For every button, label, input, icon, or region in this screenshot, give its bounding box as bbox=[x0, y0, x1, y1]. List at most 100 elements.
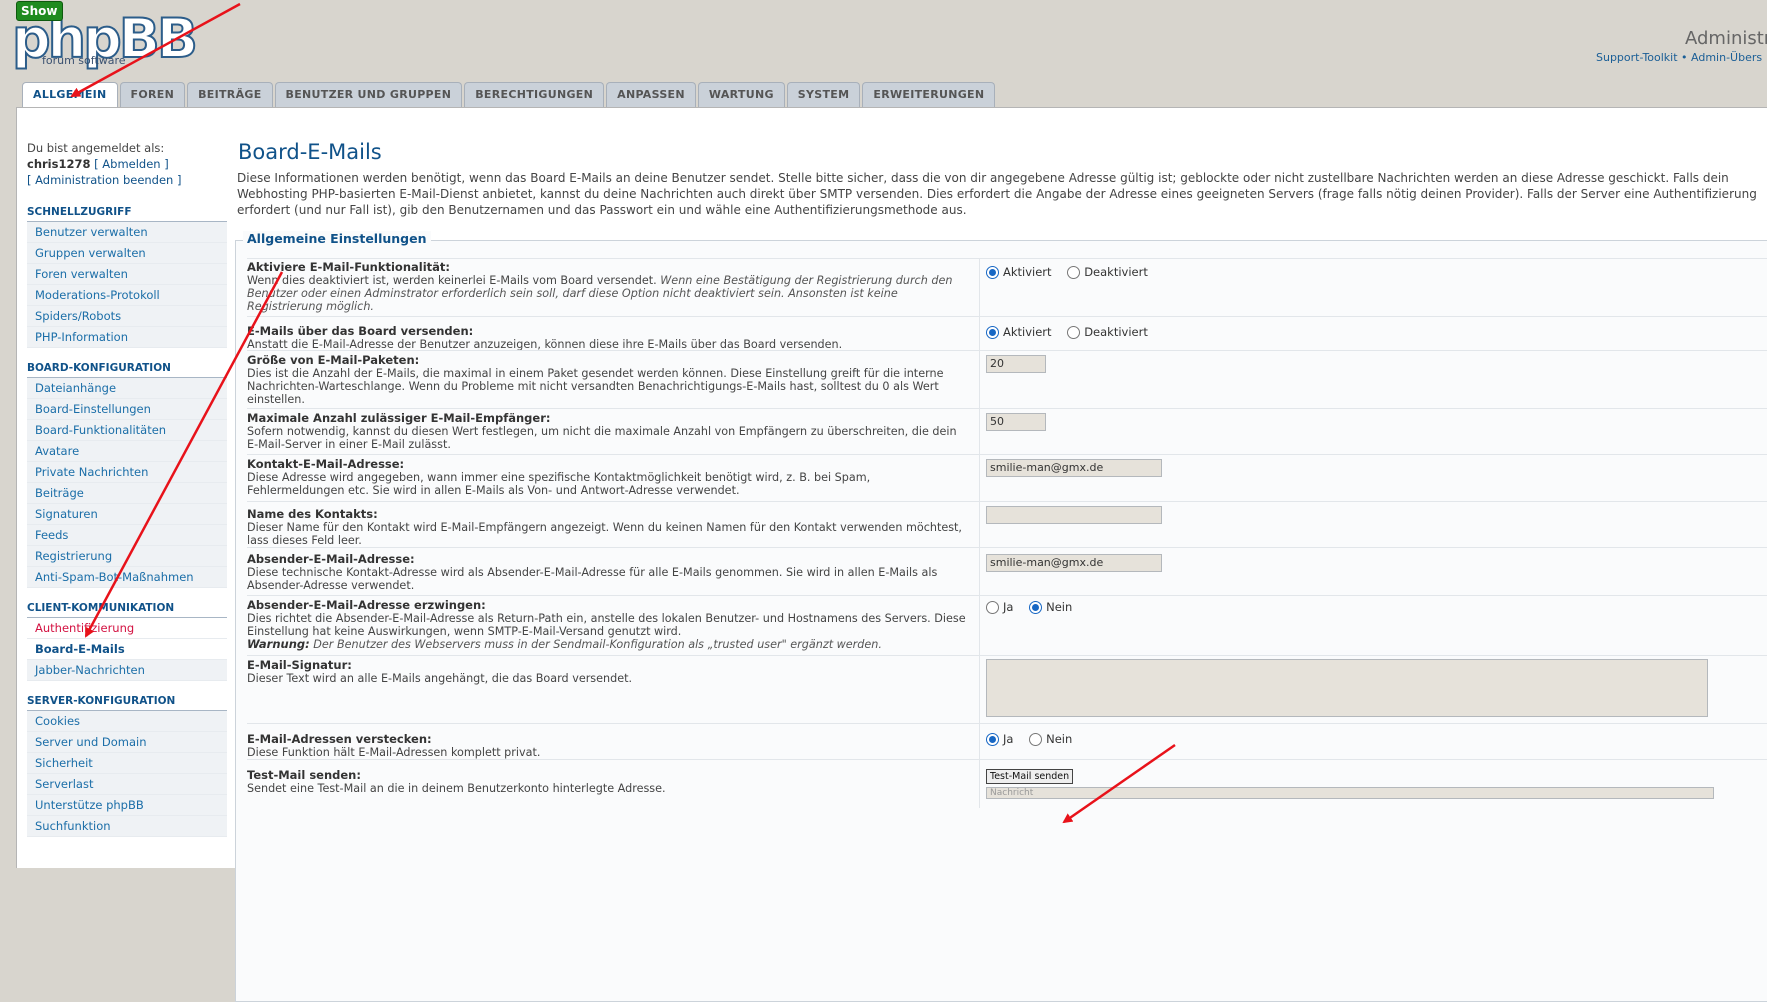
radio-hide-yes[interactable]: Ja bbox=[986, 732, 1013, 746]
radio-force-sender-no[interactable]: Nein bbox=[1029, 600, 1072, 614]
sidebar-item-gruppen-verwalten[interactable]: Gruppen verwalten bbox=[27, 243, 227, 264]
radio-dot[interactable] bbox=[1029, 600, 1043, 614]
page-intro: Diese Informationen werden benötigt, wen… bbox=[237, 171, 1757, 217]
admin-title: Administr bbox=[1685, 28, 1767, 49]
sidebar-item-sicherheit[interactable]: Sicherheit bbox=[27, 753, 227, 774]
radio-dot[interactable] bbox=[986, 325, 999, 339]
sidebar-item-server-domain[interactable]: Server und Domain bbox=[27, 732, 227, 753]
warning-label: Warnung: bbox=[247, 637, 310, 651]
logged-in-label: Du bist angemeldet als: bbox=[27, 141, 165, 155]
sidebar-item-foren-verwalten[interactable]: Foren verwalten bbox=[27, 264, 227, 285]
setting-label: Absender-E-Mail-Adresse: bbox=[247, 552, 415, 566]
radio-dot[interactable] bbox=[986, 265, 999, 279]
setting-desc: Dieser Text wird an alle E-Mails angehän… bbox=[247, 672, 633, 685]
sidebar-item-anti-spam[interactable]: Anti-Spam-Bot-Maßnahmen bbox=[27, 567, 227, 588]
sidebar: Du bist angemeldet als: chris1278 [ Abme… bbox=[27, 140, 227, 837]
tab-system[interactable]: SYSTEM bbox=[786, 82, 861, 107]
setting-board-email: E-Mails über das Board versenden: Anstat… bbox=[247, 316, 1767, 359]
signature-textarea[interactable] bbox=[986, 659, 1708, 717]
radio-email-disabled[interactable]: Deaktiviert bbox=[1067, 265, 1148, 279]
sidebar-item-spiders-robots[interactable]: Spiders/Robots bbox=[27, 306, 227, 327]
tab-allgemein[interactable]: ALLGEMEIN bbox=[22, 82, 118, 109]
tab-benutzer-gruppen[interactable]: BENUTZER UND GRUPPEN bbox=[274, 82, 463, 107]
radio-dot[interactable] bbox=[986, 732, 999, 746]
setting-desc: Sofern notwendig, kannst du diesen Wert … bbox=[247, 425, 957, 451]
logout-link[interactable]: [ Abmelden ] bbox=[94, 157, 169, 171]
sidebar-item-benutzer-verwalten[interactable]: Benutzer verwalten bbox=[27, 222, 227, 243]
setting-sender-email: Absender-E-Mail-Adresse: Diese technisch… bbox=[247, 547, 1767, 602]
menu-server-konfiguration: Cookies Server und Domain Sicherheit Ser… bbox=[27, 711, 227, 837]
phpbb-logo[interactable]: phpBB forum software bbox=[11, 11, 199, 68]
sidebar-item-cookies[interactable]: Cookies bbox=[27, 711, 227, 732]
radio-hide-no[interactable]: Nein bbox=[1029, 732, 1072, 746]
sidebar-item-signaturen[interactable]: Signaturen bbox=[27, 504, 227, 525]
setting-package-size: Größe von E-Mail-Paketen: Dies ist die A… bbox=[247, 350, 1767, 413]
max-recipients-input[interactable]: 50 bbox=[986, 413, 1046, 431]
tab-anpassen[interactable]: ANPASSEN bbox=[606, 82, 696, 107]
login-info: Du bist angemeldet als: chris1278 [ Abme… bbox=[27, 140, 227, 188]
sidebar-item-board-einstellungen[interactable]: Board-Einstellungen bbox=[27, 399, 227, 420]
sidebar-item-moderations-protokoll[interactable]: Moderations-Protokoll bbox=[27, 285, 227, 306]
radio-email-enabled[interactable]: Aktiviert bbox=[986, 265, 1052, 279]
sidebar-item-authentifizierung[interactable]: Authentifizierung bbox=[27, 618, 227, 639]
sidebar-item-jabber[interactable]: Jabber-Nachrichten bbox=[27, 660, 227, 681]
setting-label: Absender-E-Mail-Adresse erzwingen: bbox=[247, 598, 486, 612]
setting-contact-email: Kontakt-E-Mail-Adresse: Diese Adresse wi… bbox=[247, 454, 1767, 506]
sidebar-item-suchfunktion[interactable]: Suchfunktion bbox=[27, 816, 227, 837]
radio-board-email-enabled[interactable]: Aktiviert bbox=[986, 325, 1052, 339]
contact-name-input[interactable] bbox=[986, 506, 1162, 524]
radio-dot[interactable] bbox=[986, 600, 999, 614]
sidebar-item-beitraege[interactable]: Beiträge bbox=[27, 483, 227, 504]
tab-foren[interactable]: FOREN bbox=[119, 82, 186, 107]
end-admin-link[interactable]: [ Administration beenden ] bbox=[27, 173, 182, 187]
setting-label: Größe von E-Mail-Paketen: bbox=[247, 353, 420, 367]
radio-dot[interactable] bbox=[1067, 265, 1081, 279]
sidebar-item-board-emails[interactable]: Board-E-Mails bbox=[27, 639, 227, 660]
setting-desc: Diese Funktion hält E-Mail-Adressen komp… bbox=[247, 746, 541, 759]
sidebar-item-dateianhaenge[interactable]: Dateianhänge bbox=[27, 378, 227, 399]
contact-email-input[interactable]: smilie-man@gmx.de bbox=[986, 459, 1162, 477]
sidebar-item-php-information[interactable]: PHP-Information bbox=[27, 327, 227, 348]
section-server-konfiguration: SERVER-KONFIGURATION bbox=[27, 695, 227, 711]
setting-label: Aktiviere E-Mail-Funktionalität: bbox=[247, 260, 451, 274]
show-button[interactable]: Show bbox=[16, 1, 63, 21]
sidebar-item-private-nachrichten[interactable]: Private Nachrichten bbox=[27, 462, 227, 483]
radio-dot[interactable] bbox=[1029, 732, 1043, 746]
sidebar-item-board-funktionalitaeten[interactable]: Board-Funktionalitäten bbox=[27, 420, 227, 441]
tab-erweiterungen[interactable]: ERWEITERUNGEN bbox=[862, 82, 996, 107]
menu-schnellzugriff: Benutzer verwalten Gruppen verwalten For… bbox=[27, 222, 227, 348]
sidebar-item-registrierung[interactable]: Registrierung bbox=[27, 546, 227, 567]
username: chris1278 bbox=[27, 157, 91, 171]
test-mail-button[interactable]: Test-Mail senden bbox=[986, 769, 1074, 784]
setting-force-sender: Absender-E-Mail-Adresse erzwingen: Dies … bbox=[247, 595, 1767, 660]
setting-label: E-Mail-Adressen verstecken: bbox=[247, 732, 432, 746]
setting-label: E-Mails über das Board versenden: bbox=[247, 324, 474, 338]
setting-desc: Sendet eine Test-Mail an die in deinem B… bbox=[247, 782, 666, 795]
sidebar-item-feeds[interactable]: Feeds bbox=[27, 525, 227, 546]
setting-label: Name des Kontakts: bbox=[247, 507, 378, 521]
sidebar-item-unterstuetze-phpbb[interactable]: Unterstütze phpBB bbox=[27, 795, 227, 816]
radio-force-sender-yes[interactable]: Ja bbox=[986, 600, 1013, 614]
setting-desc: Dies richtet die Absender-E-Mail-Adresse… bbox=[247, 612, 966, 638]
tab-beitraege[interactable]: BEITRÄGE bbox=[187, 82, 273, 107]
setting-hide-emails: E-Mail-Adressen verstecken: Diese Funkti… bbox=[247, 723, 1767, 768]
setting-label: Test-Mail senden: bbox=[247, 768, 361, 782]
warning-text: Der Benutzer des Webservers muss in der … bbox=[313, 638, 882, 651]
radio-board-email-disabled[interactable]: Deaktiviert bbox=[1067, 325, 1148, 339]
sender-email-input[interactable]: smilie-man@gmx.de bbox=[986, 554, 1162, 572]
admin-header-links[interactable]: Support-Toolkit • Admin-Übers bbox=[1596, 51, 1762, 64]
section-client-kommunikation: CLIENT-KOMMUNIKATION bbox=[27, 602, 227, 618]
fieldset-legend: Allgemeine Einstellungen bbox=[243, 231, 431, 246]
setting-desc: Wenn dies deaktiviert ist, werden keiner… bbox=[247, 274, 657, 287]
radio-dot[interactable] bbox=[1067, 325, 1081, 339]
setting-label: Maximale Anzahl zulässiger E-Mail-Empfän… bbox=[247, 411, 551, 425]
package-size-input[interactable]: 20 bbox=[986, 355, 1046, 373]
tab-wartung[interactable]: WARTUNG bbox=[697, 82, 785, 107]
section-schnellzugriff: SCHNELLZUGRIFF bbox=[27, 206, 227, 222]
sidebar-item-avatare[interactable]: Avatare bbox=[27, 441, 227, 462]
sidebar-item-serverlast[interactable]: Serverlast bbox=[27, 774, 227, 795]
main-tabs: ALLGEMEIN FOREN BEITRÄGE BENUTZER UND GR… bbox=[22, 82, 996, 109]
test-mail-message-input[interactable]: Nachricht bbox=[986, 787, 1714, 799]
tab-berechtigungen[interactable]: BERECHTIGUNGEN bbox=[464, 82, 605, 107]
setting-email-enable: Aktiviere E-Mail-Funktionalität: Wenn di… bbox=[247, 258, 1767, 323]
